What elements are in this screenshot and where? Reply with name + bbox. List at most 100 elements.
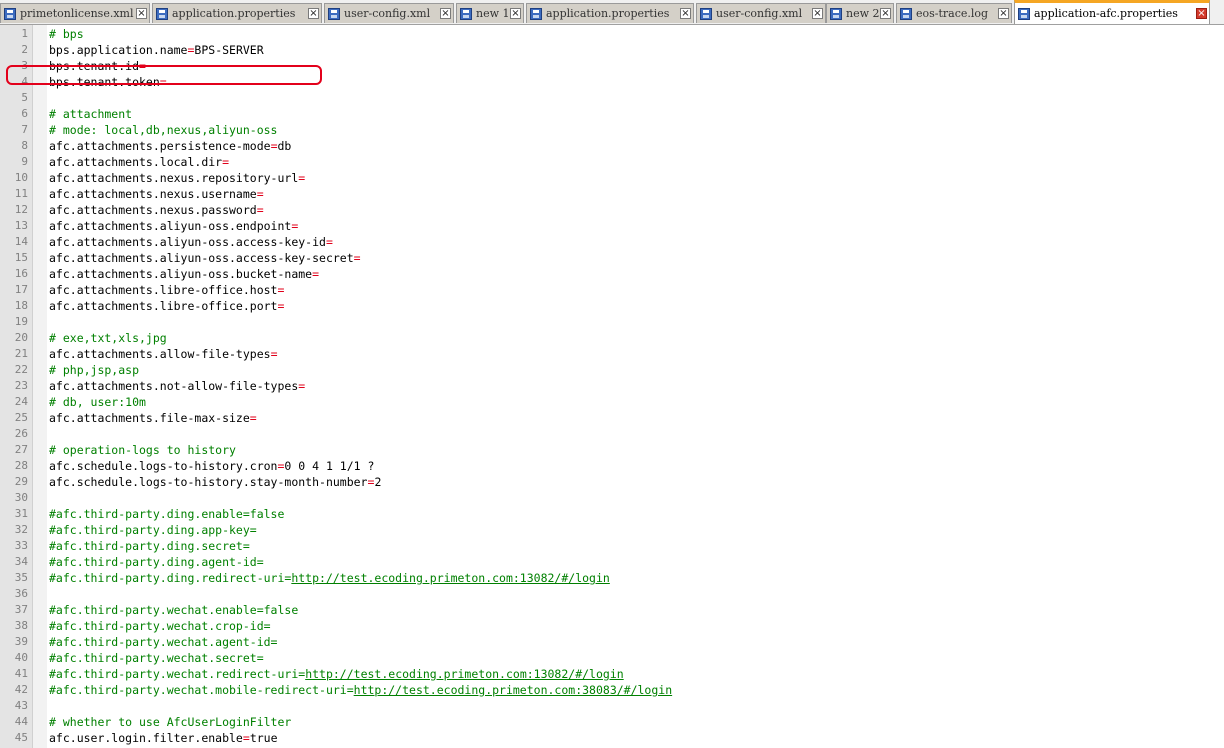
code-line[interactable]: 11 afc.attachments.nexus.username= <box>0 186 1224 202</box>
comment-text: #afc.third-party.ding.redirect-uri= <box>49 571 292 585</box>
code-line[interactable]: 30 <box>0 490 1224 506</box>
tab-5[interactable]: user-config.xml × <box>696 3 826 23</box>
code-line[interactable]: 45 afc.user.login.filter.enable=true <box>0 730 1224 746</box>
line-text: afc.attachments.nexus.password= <box>49 202 264 218</box>
code-line[interactable]: 42 #afc.third-party.wechat.mobile-redirec… <box>0 682 1224 698</box>
tab-2[interactable]: user-config.xml × <box>324 3 454 23</box>
editor-area[interactable]: 1 # bps 2 bps.application.name=BPS-SERVER 3 b… <box>0 25 1224 748</box>
line-text: #afc.third-party.wechat.secret= <box>49 650 264 666</box>
tab-4[interactable]: application.properties × <box>526 3 694 23</box>
property-key: afc.attachments.aliyun-oss.access-key-id <box>49 235 326 249</box>
comment-text: #afc.third-party.wechat.enable=false <box>49 603 299 617</box>
comment-text: # whether to use AfcUserLoginFilter <box>49 715 292 729</box>
line-text: afc.attachments.nexus.username= <box>49 186 264 202</box>
code-line[interactable]: 29 afc.schedule.logs-to-history.stay-mont… <box>0 474 1224 490</box>
line-number: 36 <box>14 587 28 600</box>
code-line[interactable]: 32 #afc.third-party.ding.app-key= <box>0 522 1224 538</box>
comment-text: # exe,txt,xls,jpg <box>49 331 167 345</box>
code-line[interactable]: 1 # bps <box>0 26 1224 42</box>
line-number: 39 <box>14 635 28 648</box>
equals-sign: = <box>353 251 361 265</box>
tab-label: new 1 <box>476 7 510 20</box>
close-icon[interactable]: × <box>308 8 319 19</box>
code-line[interactable]: 34 #afc.third-party.ding.agent-id= <box>0 554 1224 570</box>
equals-sign: = <box>291 219 299 233</box>
code-line[interactable]: 28 afc.schedule.logs-to-history.cron=0 0 … <box>0 458 1224 474</box>
code-line[interactable]: 5 <box>0 90 1224 106</box>
line-text: bps.application.name=BPS-SERVER <box>49 42 264 58</box>
tab-3[interactable]: new 1 × <box>456 3 524 23</box>
close-icon[interactable]: × <box>510 8 521 19</box>
equals-sign: = <box>256 203 264 217</box>
tab-label: application.properties <box>172 7 296 20</box>
tab-8[interactable]: application-afc.properties × <box>1014 0 1210 24</box>
line-number: 28 <box>14 459 28 472</box>
code-line[interactable]: 19 <box>0 314 1224 330</box>
close-icon[interactable]: × <box>136 8 147 19</box>
comment-text: #afc.third-party.wechat.secret= <box>49 651 264 665</box>
code-line[interactable]: 20 # exe,txt,xls,jpg <box>0 330 1224 346</box>
close-icon[interactable]: × <box>880 8 891 19</box>
property-value: BPS-SERVER <box>194 43 264 57</box>
line-number: 20 <box>14 331 28 344</box>
code-line[interactable]: 9 afc.attachments.local.dir= <box>0 154 1224 170</box>
code-line[interactable]: 31 #afc.third-party.ding.enable=false <box>0 506 1224 522</box>
code-line[interactable]: 38 #afc.third-party.wechat.crop-id= <box>0 618 1224 634</box>
code-line[interactable]: 17 afc.attachments.libre-office.host= <box>0 282 1224 298</box>
code-line[interactable]: 16 afc.attachments.aliyun-oss.bucket-name… <box>0 266 1224 282</box>
code-line[interactable]: 39 #afc.third-party.wechat.agent-id= <box>0 634 1224 650</box>
code-line[interactable]: 10 afc.attachments.nexus.repository-url= <box>0 170 1224 186</box>
close-icon[interactable]: × <box>440 8 451 19</box>
close-icon[interactable]: × <box>680 8 691 19</box>
equals-sign: = <box>242 731 250 745</box>
line-number: 2 <box>21 43 28 56</box>
tab-label: primetonlicense.xml <box>20 7 134 20</box>
code-line[interactable]: 36 <box>0 586 1224 602</box>
code-line[interactable]: 43 <box>0 698 1224 714</box>
line-number: 44 <box>14 715 28 728</box>
tab-0[interactable]: primetonlicense.xml × <box>0 3 150 23</box>
tab-7[interactable]: eos-trace.log × <box>896 3 1012 23</box>
code-line[interactable]: 12 afc.attachments.nexus.password= <box>0 202 1224 218</box>
code-view[interactable]: 1 # bps 2 bps.application.name=BPS-SERVER 3 b… <box>0 26 1224 746</box>
code-line[interactable]: 37 #afc.third-party.wechat.enable=false <box>0 602 1224 618</box>
line-number: 8 <box>21 139 28 152</box>
equals-sign: = <box>249 411 257 425</box>
close-icon[interactable]: × <box>812 8 823 19</box>
code-line[interactable]: 13 afc.attachments.aliyun-oss.endpoint= <box>0 218 1224 234</box>
line-text: afc.attachments.aliyun-oss.endpoint= <box>49 218 298 234</box>
code-line[interactable]: 2 bps.application.name=BPS-SERVER <box>0 42 1224 58</box>
code-line[interactable]: 41 #afc.third-party.wechat.redirect-uri=h… <box>0 666 1224 682</box>
tab-6[interactable]: new 2 × <box>826 3 894 23</box>
url-link[interactable]: http://test.ecoding.primeton.com:38083/#… <box>354 683 673 697</box>
close-icon[interactable]: × <box>1196 8 1207 19</box>
code-line[interactable]: 44 # whether to use AfcUserLoginFilter <box>0 714 1224 730</box>
tab-label: application.properties <box>546 7 670 20</box>
code-line[interactable]: 27 # operation-logs to history <box>0 442 1224 458</box>
code-line[interactable]: 23 afc.attachments.not-allow-file-types= <box>0 378 1224 394</box>
url-link[interactable]: http://test.ecoding.primeton.com:13082/#… <box>305 667 624 681</box>
code-line[interactable]: 7 # mode: local,db,nexus,aliyun-oss <box>0 122 1224 138</box>
code-line[interactable]: 18 afc.attachments.libre-office.port= <box>0 298 1224 314</box>
code-line[interactable]: 21 afc.attachments.allow-file-types= <box>0 346 1224 362</box>
code-line[interactable]: 22 # php,jsp,asp <box>0 362 1224 378</box>
code-line[interactable]: 26 <box>0 426 1224 442</box>
line-number: 9 <box>21 155 28 168</box>
property-key: afc.attachments.local.dir <box>49 155 223 169</box>
code-line[interactable]: 35 #afc.third-party.ding.redirect-uri=htt… <box>0 570 1224 586</box>
code-line[interactable]: 40 #afc.third-party.wechat.secret= <box>0 650 1224 666</box>
code-line[interactable]: 24 # db, user:10m <box>0 394 1224 410</box>
code-line[interactable]: 8 afc.attachments.persistence-mode=db <box>0 138 1224 154</box>
code-line[interactable]: 6 # attachment <box>0 106 1224 122</box>
line-number: 25 <box>14 411 28 424</box>
close-icon[interactable]: × <box>998 8 1009 19</box>
code-line[interactable]: 25 afc.attachments.file-max-size= <box>0 410 1224 426</box>
line-text: #afc.third-party.ding.agent-id= <box>49 554 264 570</box>
url-link[interactable]: http://test.ecoding.primeton.com:13082/#… <box>291 571 610 585</box>
code-line[interactable]: 15 afc.attachments.aliyun-oss.access-key-… <box>0 250 1224 266</box>
property-key: afc.attachments.libre-office.port <box>49 299 278 313</box>
code-line[interactable]: 33 #afc.third-party.ding.secret= <box>0 538 1224 554</box>
code-line[interactable]: 14 afc.attachments.aliyun-oss.access-key-… <box>0 234 1224 250</box>
tab-1[interactable]: application.properties × <box>152 3 322 23</box>
annotation-highlight-box <box>6 65 322 85</box>
